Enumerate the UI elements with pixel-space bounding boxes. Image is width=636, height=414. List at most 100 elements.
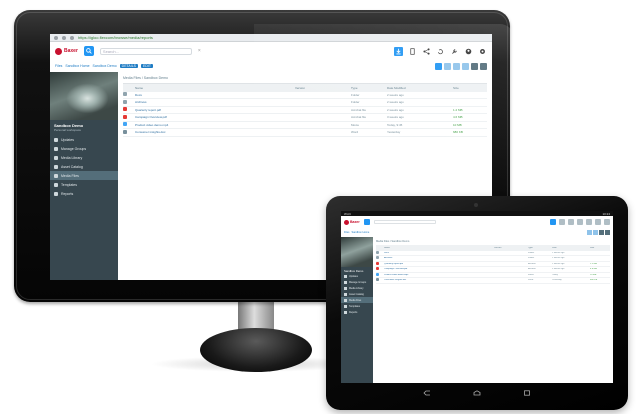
sidebar-item-label: Reports [61, 191, 74, 196]
home-key-icon[interactable] [473, 390, 481, 396]
workspace-thumbnail [50, 72, 118, 120]
sidebar-item[interactable]: Asset Catalog [50, 162, 118, 171]
file-date: 2 weeks ago [552, 251, 565, 254]
file-name[interactable]: Docs [384, 252, 494, 254]
sidebar-item[interactable]: Media Files [50, 171, 118, 180]
upload-button[interactable] [587, 230, 592, 235]
new-folder-button[interactable] [444, 62, 451, 70]
table-row[interactable]: Product video demo.mp4 Movie Today, 9:45 10… [123, 122, 487, 129]
breadcrumb-item[interactable]: Files [344, 231, 349, 234]
wrench-icon[interactable] [586, 219, 592, 225]
report-icon [54, 191, 58, 196]
tools-button[interactable] [450, 47, 459, 56]
breadcrumb-item[interactable]: Sandbox Home [65, 64, 89, 68]
user-icon[interactable] [595, 219, 601, 225]
table-row[interactable]: Archives Folder 2 weeks ago [123, 99, 487, 107]
share-button[interactable] [422, 47, 431, 56]
forward-icon[interactable] [62, 35, 66, 40]
document-icon[interactable] [559, 219, 565, 225]
file-name[interactable]: Product video demo.mp4 [384, 274, 494, 276]
tablet-workspace-thumbnail [341, 237, 373, 267]
table-row[interactable]: Consumer insights.doc Word Yesterday 680 KB [123, 129, 487, 137]
share-icon[interactable] [568, 219, 574, 225]
tablet-sidebar: Sandbox Demo Updates Manage Groups Media L… [341, 237, 373, 383]
file-size: 4.6 MB [453, 115, 463, 120]
column-header[interactable]: Size [453, 86, 483, 90]
file-name[interactable]: Product video demo.mp4 [135, 123, 295, 127]
move-button[interactable] [453, 62, 460, 70]
column-header[interactable]: Version [494, 247, 528, 249]
file-icon [123, 129, 135, 135]
file-type: Acrobat [528, 262, 536, 265]
grid-view-button[interactable] [599, 230, 604, 235]
table-row[interactable]: Quarterly report.pdf Acrobat file 2 weeks … [123, 107, 487, 114]
upload-button[interactable] [435, 62, 442, 70]
breadcrumb-item[interactable]: Sandbox Demo [93, 64, 117, 68]
user-button[interactable] [464, 47, 473, 56]
tablet-search-input[interactable] [373, 220, 436, 224]
details-tag[interactable]: DETAILS [119, 64, 138, 68]
file-name[interactable]: Consumer insights.doc [135, 130, 295, 134]
list-view-button[interactable] [480, 62, 487, 70]
recents-key-icon[interactable] [523, 390, 531, 396]
file-name[interactable]: Archives [384, 257, 494, 259]
gear-icon[interactable] [604, 219, 610, 225]
sync-icon[interactable] [577, 219, 583, 225]
list-view-button[interactable] [605, 230, 610, 235]
reload-icon[interactable] [70, 35, 74, 40]
file-name[interactable]: Campaign Overview.pdf [135, 115, 295, 119]
tablet-search-button[interactable] [363, 219, 370, 225]
column-header[interactable]: Name [384, 247, 494, 249]
new-folder-button[interactable] [593, 230, 598, 235]
brand-name: Baxer [350, 220, 360, 224]
file-icon [54, 173, 58, 178]
grid-view-button[interactable] [471, 62, 478, 70]
file-name[interactable]: Campaign Overview.pdf [384, 268, 494, 270]
sidebar-item[interactable]: Media Library [50, 153, 118, 162]
file-date: Yesterday [387, 130, 401, 135]
file-name[interactable]: Docs [135, 93, 295, 97]
table-row[interactable]: Campaign Overview.pdf Acrobat file 3 weeks… [123, 114, 487, 122]
address-bar[interactable]: https://igloo.flexcom/browse/media/repor… [78, 35, 488, 40]
sidebar-item[interactable]: Manage Groups [50, 144, 118, 153]
document-button[interactable] [408, 47, 417, 56]
table-row[interactable]: Consumer insights.doc Word Yesterday 680 KB [376, 278, 610, 284]
back-icon[interactable] [54, 35, 58, 40]
search-input[interactable]: Search... [99, 47, 192, 55]
column-header[interactable]: Version [295, 86, 351, 90]
column-header[interactable]: Date [552, 247, 590, 249]
tablet-view-toolbar [587, 230, 610, 235]
download-icon[interactable] [550, 219, 556, 225]
file-name[interactable]: Archives [135, 100, 295, 104]
sidebar-item-label: Asset Catalog [61, 164, 83, 169]
sidebar-item[interactable]: Templates [50, 180, 118, 189]
sidebar-item[interactable]: Updates [50, 135, 118, 144]
breadcrumb-item[interactable]: Sandbox Home [351, 231, 369, 234]
copy-button[interactable] [462, 62, 469, 70]
breadcrumb-item[interactable]: Files [55, 64, 62, 68]
column-header[interactable]: Date Modified [387, 86, 453, 90]
table-row[interactable]: Docs Folder 2 weeks ago [123, 92, 487, 99]
back-key-icon[interactable] [423, 390, 431, 396]
file-icon [376, 278, 384, 282]
clear-search-icon[interactable]: × [198, 48, 201, 54]
sidebar: Sandbox Demo Personal workspace Updates M… [50, 72, 118, 280]
sync-button[interactable] [436, 47, 445, 56]
settings-button[interactable] [478, 47, 487, 56]
file-name[interactable]: Consumer insights.doc [384, 279, 494, 281]
download-button[interactable] [394, 46, 403, 56]
file-name[interactable]: Quarterly report.pdf [384, 263, 494, 265]
column-header[interactable]: Name [135, 86, 295, 90]
edit-tag[interactable]: EDIT [141, 64, 153, 68]
sidebar-item[interactable]: Reports [341, 309, 373, 315]
file-name[interactable]: Quarterly report.pdf [135, 108, 295, 112]
search-button[interactable] [83, 46, 94, 56]
column-header[interactable]: Type [351, 86, 387, 90]
column-header[interactable]: Type [528, 247, 552, 249]
sidebar-item-label: Manage Groups [349, 280, 367, 284]
brand-logo[interactable]: Baxer [55, 47, 78, 55]
tablet-brand-logo[interactable]: Baxer [344, 219, 360, 225]
sidebar-item[interactable]: Reports [50, 189, 118, 198]
column-header[interactable]: Size [590, 247, 610, 249]
file-date: 3 weeks ago [552, 268, 565, 271]
